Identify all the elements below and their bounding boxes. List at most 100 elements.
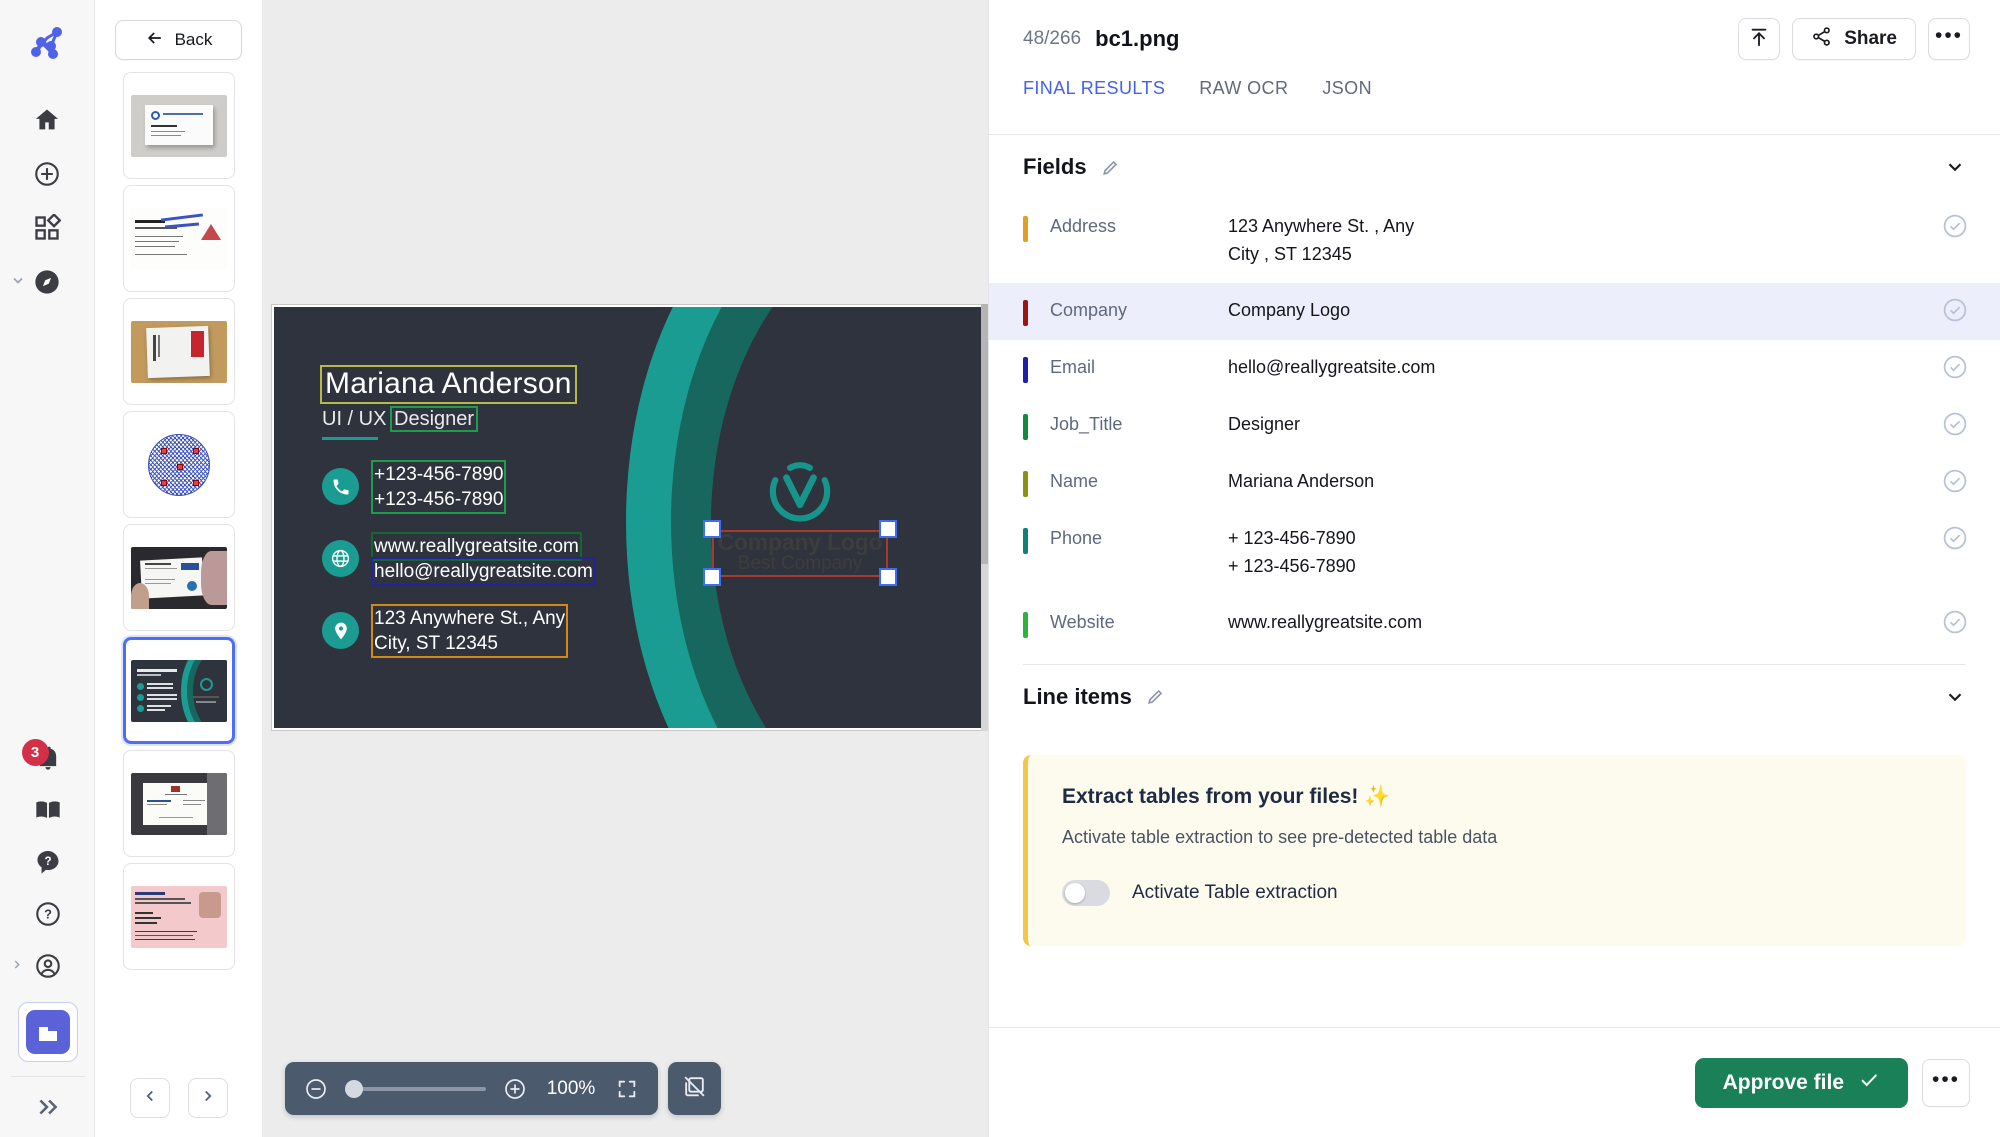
list-item[interactable]	[123, 185, 235, 292]
ocr-box-website[interactable]: www.reallygreatsite.com	[373, 534, 580, 559]
export-button[interactable]	[1738, 18, 1780, 60]
card-role-prefix: UI / UX	[322, 408, 392, 430]
sidebar-item-create[interactable]	[0, 148, 95, 200]
list-item[interactable]	[123, 750, 235, 857]
pencil-icon[interactable]	[1146, 687, 1165, 706]
resize-handle-top-right[interactable]	[879, 520, 897, 538]
table-row[interactable]: Company Company Logo	[989, 283, 2000, 340]
thumbnail-pagination	[95, 1059, 263, 1137]
results-header: 48/266 bc1.png Share •••	[989, 0, 2000, 78]
results-panel: 48/266 bc1.png Share •••	[988, 0, 2000, 1137]
ocr-box-company[interactable]: Company Logo Best Company	[718, 529, 883, 575]
file-name: bc1.png	[1095, 26, 1179, 52]
ocr-box-name[interactable]: Mariana Anderson	[322, 367, 575, 402]
field-value[interactable]: Mariana Anderson	[1228, 468, 1938, 496]
card-address-row: 123 Anywhere St., Any City, ST 12345	[322, 606, 712, 656]
prev-page-button[interactable]	[130, 1078, 170, 1118]
table-row[interactable]: Website www.reallygreatsite.com	[989, 595, 2000, 652]
ocr-box-phone[interactable]: +123-456-7890 +123-456-7890	[373, 462, 504, 512]
sidebar-item-notifications[interactable]: 3	[0, 732, 95, 784]
resize-handle-bottom-left[interactable]	[703, 568, 721, 586]
fields-list: Address 123 Anywhere St. , Any City , ST…	[989, 199, 2000, 652]
viewer-vertical-scrollbar[interactable]	[981, 304, 988, 731]
ocr-box-job-title[interactable]: Designer	[392, 408, 476, 430]
grid-shapes-icon	[21, 202, 73, 254]
sidebar-item-documentation[interactable]	[0, 784, 95, 836]
resize-handle-bottom-right[interactable]	[879, 568, 897, 586]
sidebar-item-help[interactable]: ?	[0, 888, 95, 940]
table-row[interactable]: Address 123 Anywhere St. , Any City , ST…	[989, 199, 2000, 283]
thumbnail-list[interactable]	[95, 72, 263, 1059]
list-item[interactable]	[123, 863, 235, 970]
card-phone-2: +123-456-7890	[374, 487, 503, 512]
fit-to-screen-button[interactable]	[614, 1076, 640, 1102]
fields-section-title: Fields	[1023, 154, 1087, 180]
list-item[interactable]	[123, 298, 235, 405]
rail-divider	[11, 1076, 85, 1077]
check-circle-icon[interactable]	[1938, 411, 1972, 437]
field-value[interactable]: Company Logo	[1228, 297, 1938, 325]
header-more-button[interactable]: •••	[1928, 18, 1970, 60]
activate-table-extraction-toggle[interactable]	[1062, 880, 1110, 906]
check-circle-icon[interactable]	[1938, 525, 1972, 551]
share-button[interactable]: Share	[1792, 18, 1916, 60]
list-item-selected[interactable]	[123, 637, 235, 744]
tab-json[interactable]: JSON	[1322, 78, 1372, 111]
approve-file-label: Approve file	[1723, 1071, 1844, 1095]
notification-badge: 3	[22, 739, 49, 766]
sidebar-item-home[interactable]	[0, 94, 95, 146]
table-row[interactable]: Phone + 123-456-7890 + 123-456-7890	[989, 511, 2000, 595]
svg-text:?: ?	[44, 855, 51, 868]
ocr-box-address[interactable]: 123 Anywhere St., Any City, ST 12345	[373, 606, 566, 656]
pencil-icon[interactable]	[1101, 158, 1120, 177]
tab-raw-ocr[interactable]: RAW OCR	[1199, 78, 1288, 111]
card-address-2: City, ST 12345	[374, 631, 565, 656]
zoom-in-button[interactable]	[502, 1076, 528, 1102]
tab-final-results[interactable]: FINAL RESULTS	[1023, 78, 1165, 111]
table-row[interactable]: Email hello@reallygreatsite.com	[989, 340, 2000, 397]
field-value[interactable]: www.reallygreatsite.com	[1228, 609, 1938, 637]
app-logo-icon[interactable]	[23, 18, 71, 66]
thumbnail-preview	[131, 208, 227, 270]
sidebar-item-explore[interactable]	[0, 256, 95, 308]
scrollbar-thumb[interactable]	[981, 304, 988, 564]
expand-sidebar-button[interactable]	[0, 1081, 95, 1137]
results-tabs: FINAL RESULTS RAW OCR JSON	[989, 78, 2000, 134]
zoom-out-button[interactable]	[303, 1076, 329, 1102]
footer-more-button[interactable]: •••	[1922, 1059, 1970, 1107]
field-value[interactable]: hello@reallygreatsite.com	[1228, 354, 1938, 382]
list-item[interactable]	[123, 411, 235, 518]
document-viewer[interactable]: Mariana Anderson UI / UX Designer +123-4…	[263, 0, 988, 1137]
line-items-collapse-button[interactable]	[1944, 686, 1966, 708]
approve-file-button[interactable]: Approve file	[1695, 1058, 1908, 1108]
field-value[interactable]: Designer	[1228, 411, 1938, 439]
check-circle-icon[interactable]	[1938, 468, 1972, 494]
list-item[interactable]	[123, 72, 235, 179]
zoom-slider-knob[interactable]	[345, 1080, 363, 1098]
check-circle-icon[interactable]	[1938, 609, 1972, 635]
table-row[interactable]: Name Mariana Anderson	[989, 454, 2000, 511]
sidebar-item-organization[interactable]	[18, 1002, 78, 1062]
field-value[interactable]: 123 Anywhere St. , Any City , ST 12345	[1228, 213, 1938, 269]
rail-bottom-items: 3 ? ?	[0, 732, 95, 1137]
next-page-button[interactable]	[188, 1078, 228, 1118]
field-label: Company	[1028, 297, 1228, 323]
zoom-slider[interactable]	[345, 1087, 486, 1091]
sidebar-item-support-chat[interactable]: ?	[0, 836, 95, 888]
check-circle-icon[interactable]	[1938, 213, 1972, 239]
back-button[interactable]: Back	[115, 20, 242, 60]
table-row[interactable]: Job_Title Designer	[989, 397, 2000, 454]
sidebar-item-apps[interactable]	[0, 202, 95, 254]
check-circle-icon[interactable]	[1938, 297, 1972, 323]
fields-collapse-button[interactable]	[1944, 156, 1966, 178]
card-address-1: 123 Anywhere St., Any	[374, 606, 565, 631]
home-icon	[21, 94, 73, 146]
sidebar-item-account[interactable]	[0, 940, 95, 992]
toggle-boxes-button[interactable]	[668, 1062, 721, 1115]
document-canvas[interactable]: Mariana Anderson UI / UX Designer +123-4…	[271, 304, 988, 731]
list-item[interactable]	[123, 524, 235, 631]
ocr-box-email[interactable]: hello@reallygreatsite.com	[373, 559, 594, 584]
field-value[interactable]: + 123-456-7890 + 123-456-7890	[1228, 525, 1938, 581]
resize-handle-top-left[interactable]	[703, 520, 721, 538]
check-circle-icon[interactable]	[1938, 354, 1972, 380]
